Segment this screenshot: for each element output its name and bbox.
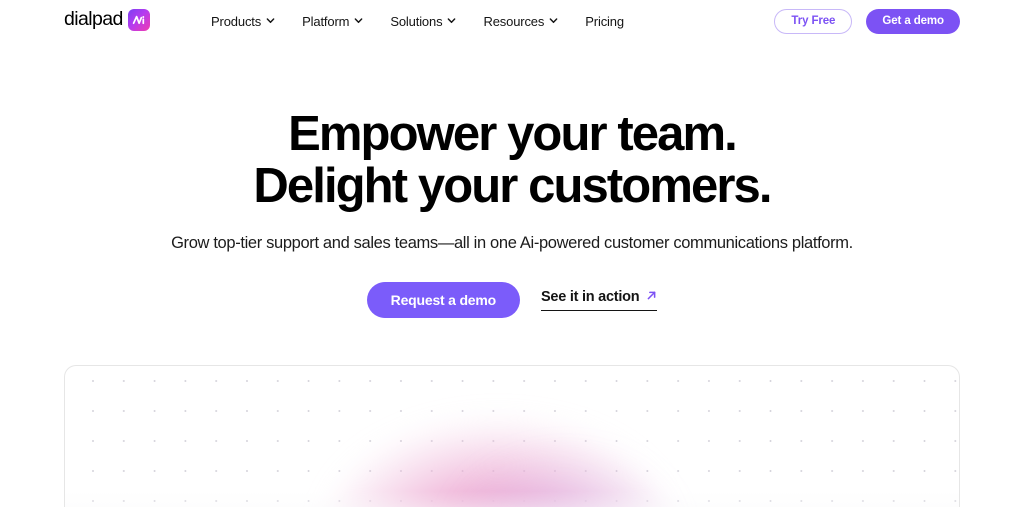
hero-headline: Empower your team. Delight your customer… [0, 108, 1024, 212]
headline-line-1: Empower your team. [288, 107, 738, 161]
chevron-down-icon [266, 16, 275, 25]
headline-line-2: Delight your customers. [253, 159, 772, 213]
nav-item-platform[interactable]: Platform [302, 14, 363, 29]
logo-wordmark: dialpad [64, 8, 123, 31]
nav-label: Solutions [390, 13, 443, 29]
nav-label: Platform [302, 13, 350, 29]
chevron-down-icon [354, 16, 363, 25]
see-it-in-action-link[interactable]: See it in action [541, 289, 658, 311]
header-actions: Try Free Get a demo [774, 0, 960, 42]
hero-section: Empower your team. Delight your customer… [0, 42, 1024, 318]
nav-item-products[interactable]: Products [211, 14, 275, 29]
arrow-up-right-icon [646, 290, 657, 301]
nav-label: Resources [483, 13, 545, 29]
nav-label: Pricing [585, 13, 624, 29]
product-showcase-panel [64, 365, 960, 507]
nav-item-resources[interactable]: Resources [483, 14, 558, 29]
dialpad-logo[interactable]: dialpad [64, 9, 150, 31]
try-free-button[interactable]: Try Free [774, 8, 853, 34]
site-header: dialpad Products Platform Solutions Reso… [0, 0, 1024, 42]
dialpad-ai-mark-icon [127, 9, 150, 31]
request-a-demo-button[interactable]: Request a demo [366, 282, 520, 318]
see-it-in-action-label: See it in action [541, 289, 640, 305]
chevron-down-icon [447, 16, 456, 25]
primary-navigation: Products Platform Solutions Resources Pr… [211, 0, 624, 42]
nav-item-pricing[interactable]: Pricing [585, 14, 624, 29]
page-root: dialpad Products Platform Solutions Reso… [0, 0, 1024, 507]
chevron-down-icon [549, 16, 558, 25]
hero-subheadline: Grow top-tier support and sales teams—al… [171, 234, 853, 252]
get-a-demo-button[interactable]: Get a demo [866, 8, 960, 34]
nav-item-solutions[interactable]: Solutions [390, 14, 456, 29]
nav-label: Products [211, 13, 262, 29]
hero-cta-group: Request a demo See it in action [0, 282, 1024, 318]
